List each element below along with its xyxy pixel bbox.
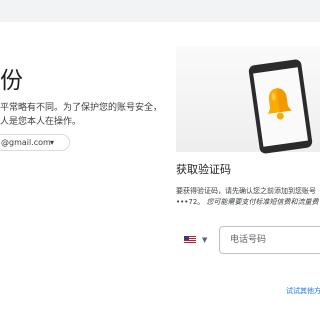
account-chip[interactable]: @gmail.com ▾ xyxy=(0,134,70,151)
account-email: @gmail.com xyxy=(1,138,51,147)
masked-phone: •••72。 xyxy=(176,198,205,206)
us-flag-icon xyxy=(184,236,196,244)
description-text: 平常略有不同。为了保护您的账号安全， 人是您本人在操作。 xyxy=(0,101,162,129)
page-heading: 份 xyxy=(0,68,23,94)
phone-screen xyxy=(253,67,308,147)
phone-illustration xyxy=(176,46,320,155)
chevron-down-icon: ▼ xyxy=(202,236,208,244)
section-title: 获取验证码 xyxy=(176,163,231,176)
verify-line-2: •••72。 您可能需要支付标准短信费和流量费 xyxy=(176,197,319,208)
bell-icon xyxy=(267,88,292,120)
verify-instructions: 要获得验证码，请先确认您之前添加到您账号 •••72。 您可能需要支付标准短信费… xyxy=(176,186,319,208)
try-other-method-link[interactable]: 试试其他方 xyxy=(286,286,320,297)
top-band xyxy=(0,0,320,22)
phone-number-row: ▼ xyxy=(176,226,320,254)
sms-fee-note: 您可能需要支付标准短信费和流量费 xyxy=(206,198,319,206)
chevron-down-icon: ▾ xyxy=(50,138,55,147)
phone-number-input[interactable] xyxy=(219,226,320,254)
country-selector[interactable]: ▼ xyxy=(184,234,214,246)
verify-line-1: 要获得验证码，请先确认您之前添加到您账号 xyxy=(176,187,316,195)
description-line-1: 平常略有不同。为了保护您的账号安全， xyxy=(0,103,163,113)
description-line-2: 人是您本人在操作。 xyxy=(0,117,82,127)
phone-icon xyxy=(248,58,313,155)
